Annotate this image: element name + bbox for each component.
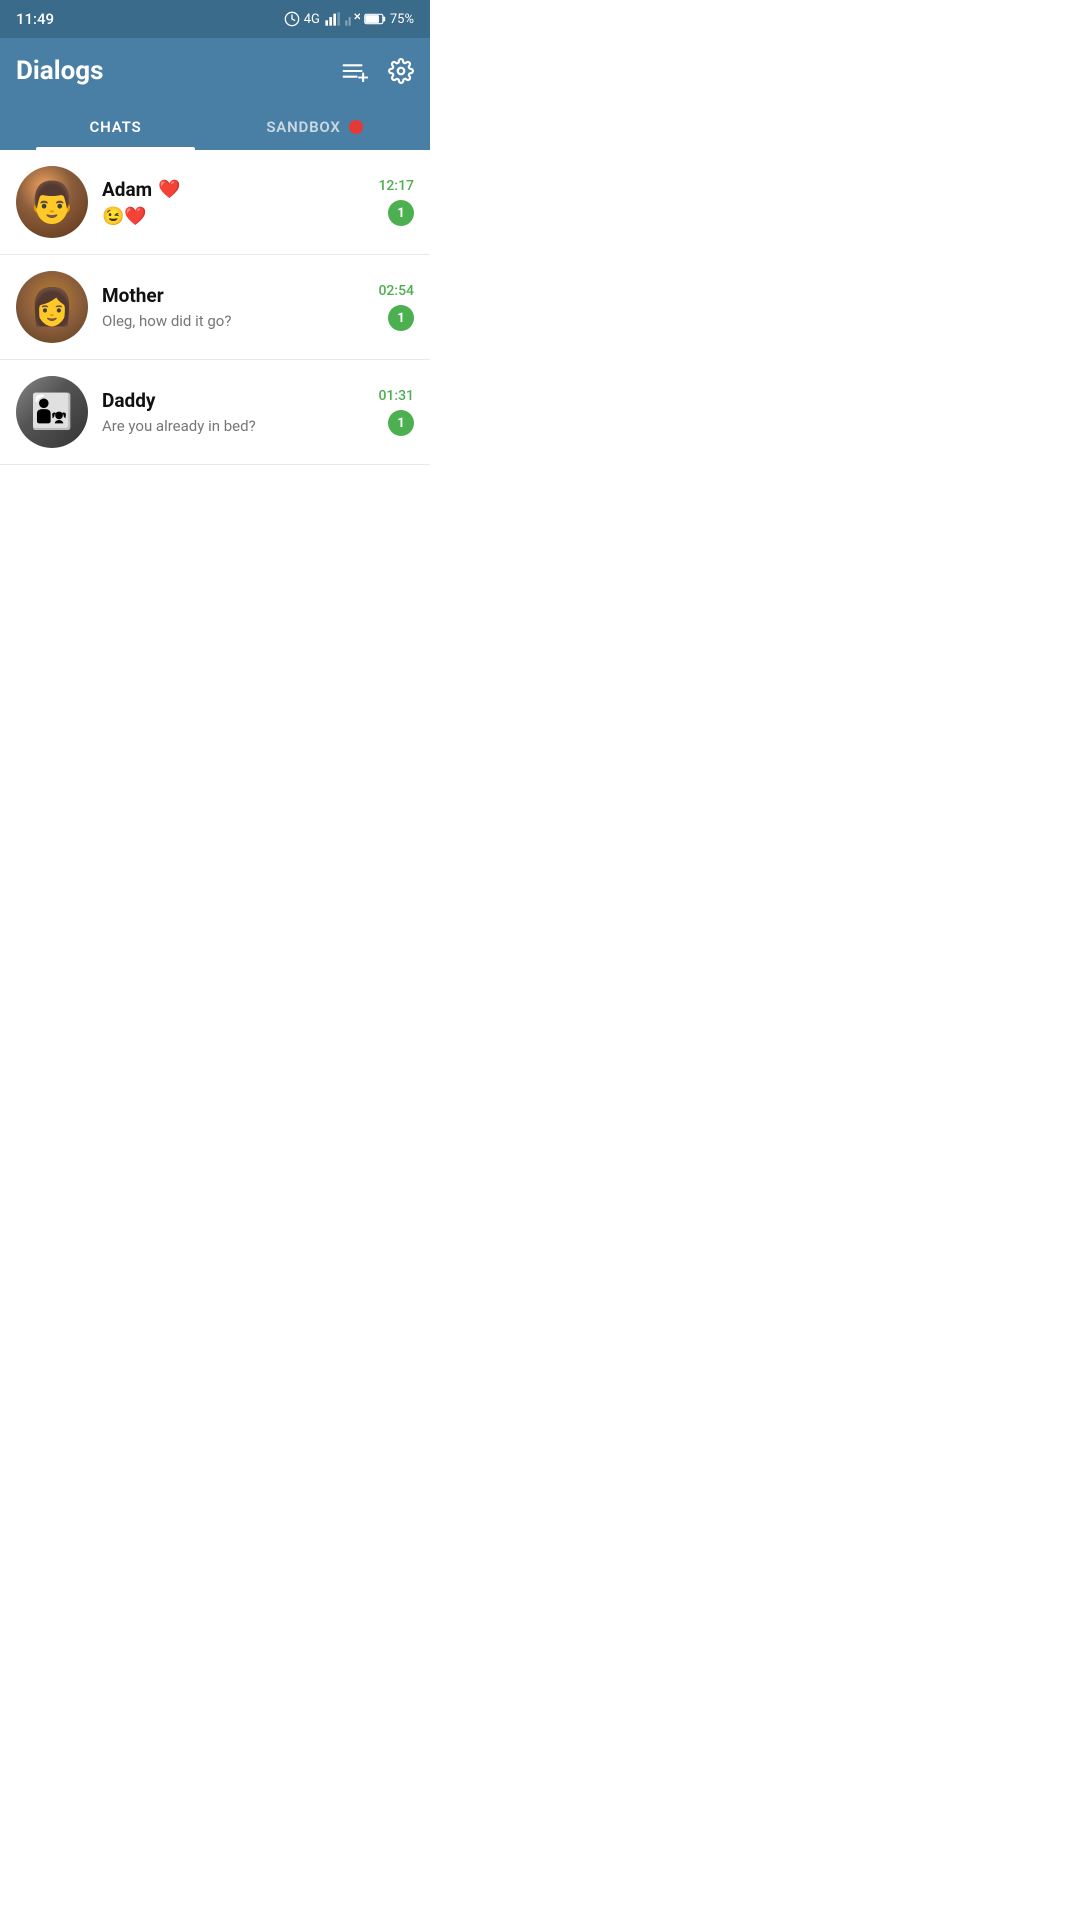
status-bar: 11:49 4G 75% — [0, 0, 430, 38]
chat-name-daddy: Daddy — [102, 389, 155, 412]
chat-preview-mother: Oleg, how did it go? — [102, 312, 364, 330]
chat-item-mother[interactable]: Mother Oleg, how did it go? 02:54 1 — [0, 255, 430, 360]
tab-sandbox[interactable]: SANDBOX — [215, 104, 414, 150]
avatar-daddy — [16, 376, 88, 448]
unread-badge-daddy: 1 — [388, 410, 414, 436]
avatar-adam — [16, 166, 88, 238]
settings-icon — [388, 58, 414, 84]
page-title: Dialogs — [16, 56, 103, 86]
chat-meta-mother: 02:54 1 — [378, 283, 414, 331]
signal-x-icon — [344, 11, 360, 27]
unread-badge-mother: 1 — [388, 305, 414, 331]
chat-time-daddy: 01:31 — [378, 388, 414, 404]
chat-name-row-adam: Adam ❤️ — [102, 178, 364, 201]
chat-info-adam: Adam ❤️ 😉❤️ — [102, 178, 364, 227]
sandbox-notification-dot — [349, 120, 363, 134]
chat-item-daddy[interactable]: Daddy Are you already in bed? 01:31 1 — [0, 360, 430, 465]
status-time: 11:49 — [16, 10, 54, 28]
tabs: CHATS SANDBOX — [16, 104, 414, 150]
chat-name-adam: Adam — [102, 178, 152, 201]
chat-list: Adam ❤️ 😉❤️ 12:17 1 Mother Oleg, how did… — [0, 150, 430, 465]
unread-badge-adam: 1 — [388, 200, 414, 226]
chat-info-daddy: Daddy Are you already in bed? — [102, 389, 364, 435]
chat-time-adam: 12:17 — [378, 178, 414, 194]
chat-preview-daddy: Are you already in bed? — [102, 417, 364, 435]
clock-icon — [284, 11, 300, 27]
signal-label: 4G — [304, 12, 320, 27]
chat-item-adam[interactable]: Adam ❤️ 😉❤️ 12:17 1 — [0, 150, 430, 255]
header-actions — [342, 58, 414, 84]
battery-icon — [364, 12, 386, 26]
chat-meta-daddy: 01:31 1 — [378, 388, 414, 436]
tab-chats[interactable]: CHATS — [16, 104, 215, 150]
avatar-mother — [16, 271, 88, 343]
new-chat-icon — [342, 60, 368, 82]
settings-button[interactable] — [388, 58, 414, 84]
signal-icon — [324, 11, 340, 27]
header-top: Dialogs — [16, 56, 414, 86]
chat-info-mother: Mother Oleg, how did it go? — [102, 284, 364, 330]
chat-name-row-mother: Mother — [102, 284, 364, 307]
chat-name-emoji-adam: ❤️ — [158, 179, 180, 200]
chat-time-mother: 02:54 — [378, 283, 414, 299]
new-chat-button[interactable] — [342, 60, 368, 82]
chat-meta-adam: 12:17 1 — [378, 178, 414, 226]
status-icons: 4G 75% — [284, 11, 414, 27]
header: Dialogs CHATS — [0, 38, 430, 150]
battery-label: 75% — [390, 12, 414, 27]
chat-name-mother: Mother — [102, 284, 164, 307]
chat-name-row-daddy: Daddy — [102, 389, 364, 412]
chat-preview-adam: 😉❤️ — [102, 206, 364, 227]
